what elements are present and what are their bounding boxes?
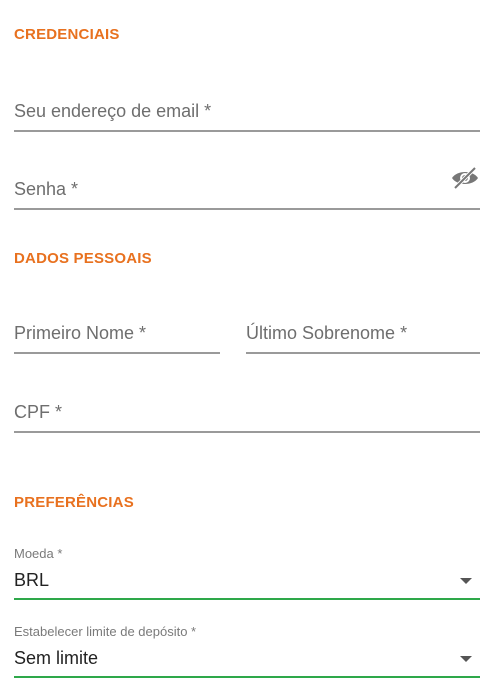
last-name-placeholder: Último Sobrenome * (246, 323, 408, 343)
last-name-underline (246, 352, 480, 354)
first-name-field[interactable]: Primeiro Nome * (14, 314, 220, 354)
password-placeholder: Senha * (14, 179, 79, 199)
currency-value: BRL (14, 570, 50, 590)
password-field[interactable]: Senha * (14, 170, 480, 210)
deposit-limit-label: Estabelecer limite de depósito * (14, 624, 197, 639)
email-placeholder: Seu endereço de email * (14, 101, 212, 121)
deposit-limit-underline (14, 676, 480, 678)
personal-section-title: DADOS PESSOAIS (14, 250, 152, 267)
password-underline (14, 208, 480, 210)
currency-select[interactable]: Moeda * BRL (14, 546, 480, 602)
currency-label: Moeda * (14, 546, 63, 561)
email-underline (14, 130, 480, 132)
chevron-down-icon (460, 578, 472, 584)
chevron-down-icon (460, 656, 472, 662)
preferences-section-title: PREFERÊNCIAS (14, 494, 134, 511)
email-field[interactable]: Seu endereço de email * (14, 92, 480, 132)
last-name-field[interactable]: Último Sobrenome * (246, 314, 480, 354)
credentials-section-title: CREDENCIAIS (14, 26, 120, 43)
cpf-placeholder: CPF * (14, 402, 63, 422)
currency-underline (14, 598, 480, 600)
cpf-field[interactable]: CPF * (14, 393, 480, 433)
first-name-placeholder: Primeiro Nome * (14, 323, 147, 343)
first-name-underline (14, 352, 220, 354)
deposit-limit-select[interactable]: Estabelecer limite de depósito * Sem lim… (14, 624, 480, 680)
cpf-underline (14, 431, 480, 433)
deposit-limit-value: Sem limite (14, 648, 99, 668)
eye-off-icon[interactable] (450, 166, 480, 190)
